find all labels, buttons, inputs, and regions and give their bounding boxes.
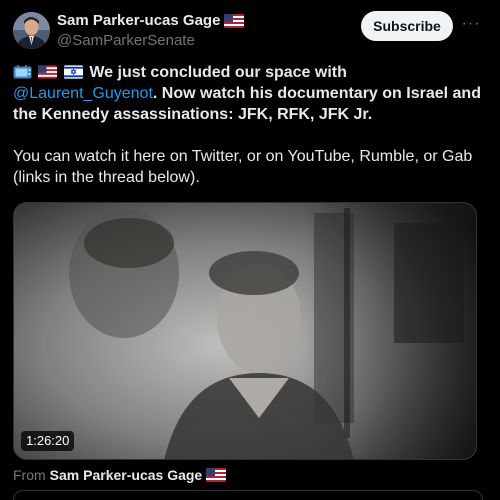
source-name[interactable]: Sam Parker-ucas Gage	[50, 467, 203, 483]
more-icon[interactable]: ···	[461, 14, 481, 34]
mention-link[interactable]: @Laurent_Guyenot	[13, 85, 153, 102]
video-player[interactable]	[13, 202, 477, 460]
israel-flag-icon	[63, 65, 83, 79]
us-flag-icon	[224, 13, 245, 28]
author-name[interactable]: Sam Parker-ucas Gage	[57, 12, 220, 29]
tv-icon	[13, 65, 32, 79]
tweet-paragraph-2: You can watch it here on Twitter, or on …	[13, 148, 473, 186]
source-prefix: From	[13, 467, 46, 483]
avatar-image	[13, 12, 50, 49]
video-source: From Sam Parker-ucas Gage	[13, 467, 227, 483]
us-flag-icon	[206, 468, 227, 482]
video-duration: 1:26:20	[21, 431, 75, 451]
tweet-paragraph-1: We just concluded our space with @Lauren…	[13, 62, 483, 125]
us-flag-icon	[38, 65, 58, 79]
video-thumbnail	[14, 203, 476, 459]
subscribe-button[interactable]: Subscribe	[361, 11, 453, 41]
tweet-text: We just concluded our space with @Lauren…	[13, 62, 483, 188]
author-handle[interactable]: @SamParkerSenate	[57, 32, 195, 49]
avatar[interactable]	[13, 12, 50, 49]
tweet-bold-start: We just concluded our space with	[89, 64, 347, 81]
quoted-card-edge	[13, 490, 483, 500]
